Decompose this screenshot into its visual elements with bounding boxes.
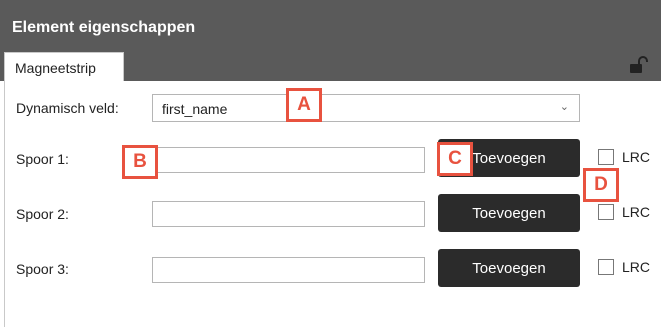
track-2-lrc-label: LRC: [622, 204, 651, 220]
track-1-lrc-label: LRC: [622, 149, 651, 165]
track-1-input[interactable]: [152, 147, 425, 173]
title-bar: Element eigenschappen: [0, 0, 661, 44]
track-3-label: Spoor 3:: [16, 261, 69, 277]
annotation-marker-a: A: [286, 88, 322, 122]
chevron-down-icon: ⌄: [559, 101, 569, 113]
track-2-input[interactable]: [152, 201, 425, 227]
track-3-add-button[interactable]: Toevoegen: [438, 249, 580, 287]
dynamic-field-select[interactable]: first_name ⌄: [152, 94, 580, 122]
unlocked-padlock-icon[interactable]: [628, 56, 650, 74]
tab-label: Magneetstrip: [15, 60, 96, 76]
track-3-input[interactable]: [152, 257, 425, 283]
track-1-label: Spoor 1:: [16, 151, 69, 167]
annotation-marker-b: B: [122, 145, 158, 179]
dynamic-field-value: first_name: [162, 101, 228, 117]
track-2-lrc-checkbox[interactable]: [598, 204, 614, 220]
annotation-marker-c: C: [437, 142, 473, 176]
annotation-marker-d: D: [583, 168, 619, 202]
track-2-add-button[interactable]: Toevoegen: [438, 194, 580, 232]
window-title: Element eigenschappen: [12, 19, 196, 36]
track-1-lrc-checkbox[interactable]: [598, 149, 614, 165]
track-2-label: Spoor 2:: [16, 206, 69, 222]
track-3-lrc-label: LRC: [622, 259, 651, 275]
tab-magneetstrip[interactable]: Magneetstrip: [4, 52, 124, 81]
dynamic-field-label: Dynamisch veld:: [16, 100, 119, 116]
track-3-lrc-checkbox[interactable]: [598, 259, 614, 275]
